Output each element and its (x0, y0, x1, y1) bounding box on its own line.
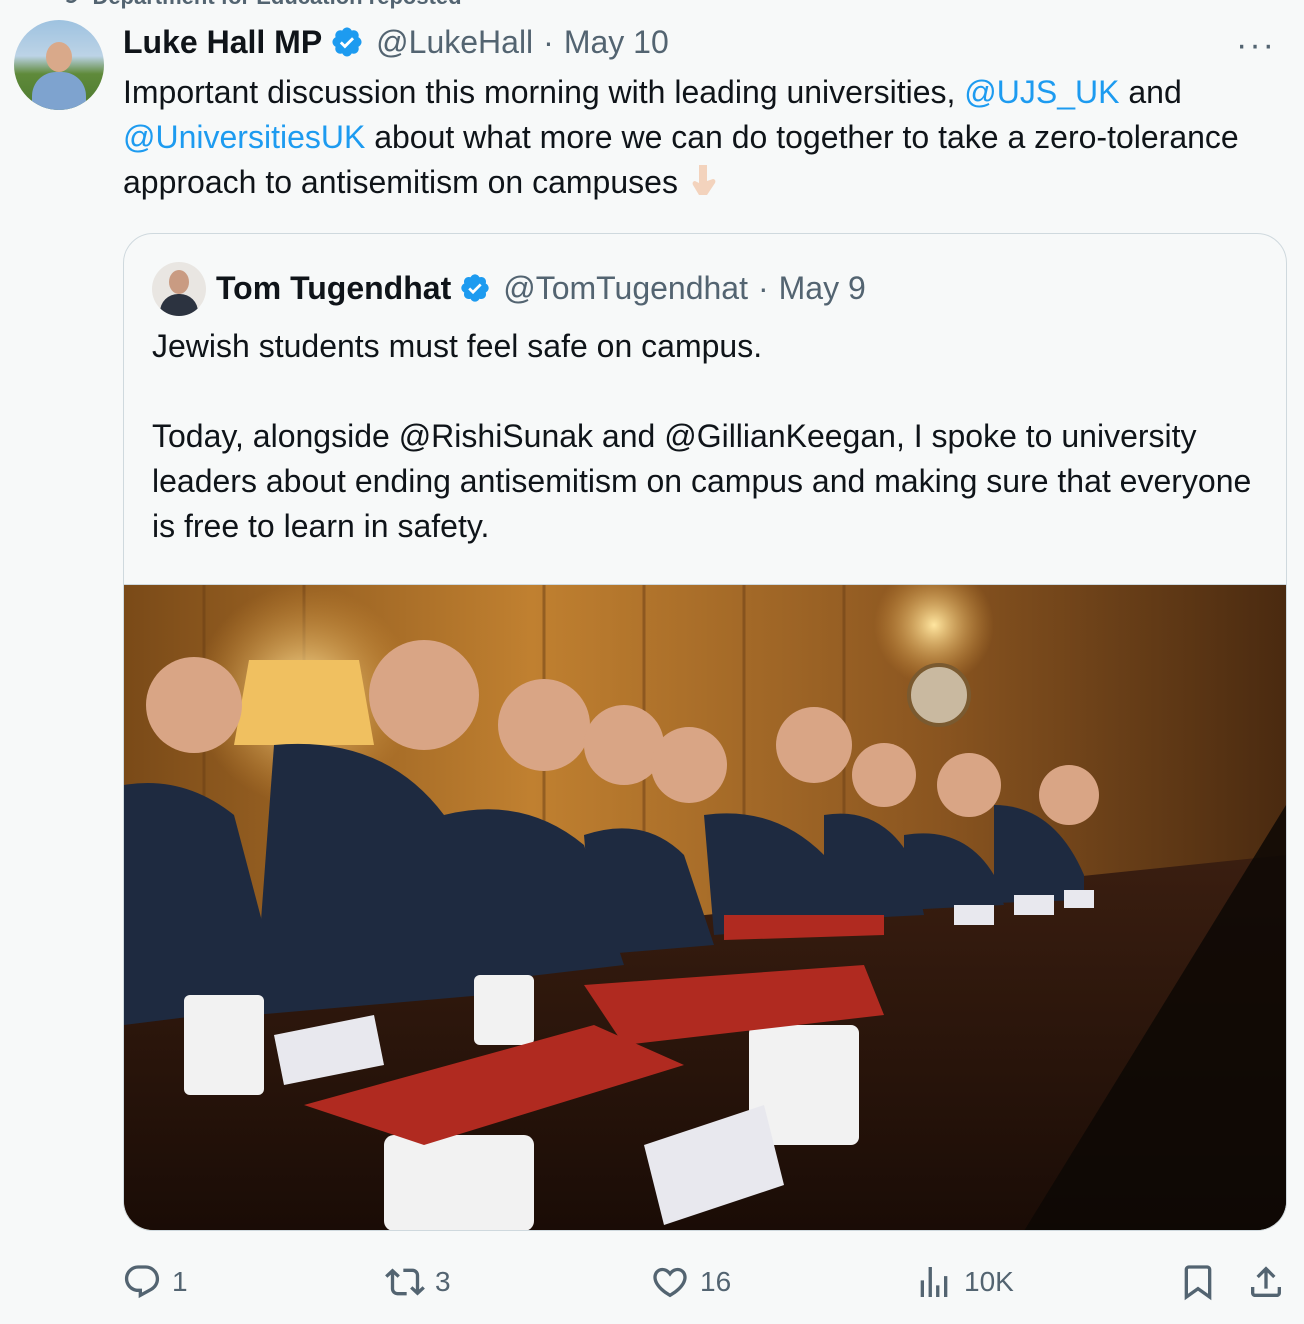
more-options-icon[interactable]: ··· (1236, 26, 1276, 65)
share-icon (1251, 1266, 1281, 1297)
reply-button[interactable]: 1 (122, 1258, 188, 1306)
tweet-header: Luke Hall MP @LukeHall · May 10 (123, 22, 669, 62)
author-avatar[interactable] (14, 20, 104, 110)
reply-icon (124, 1265, 160, 1299)
like-count: 16 (700, 1266, 732, 1297)
repost-label: Department for Education reposted (92, 0, 461, 10)
like-icon (653, 1267, 687, 1298)
reply-count: 1 (172, 1266, 188, 1297)
bookmark-icon (1184, 1265, 1212, 1301)
meeting-photo[interactable] (124, 584, 1286, 1231)
quoted-paragraph: Jewish students must feel safe on campus… (152, 328, 763, 364)
share-button[interactable] (1246, 1258, 1286, 1306)
repost-count: 3 (435, 1266, 451, 1297)
mention-link[interactable]: @UJS_UK (964, 74, 1119, 110)
tweet-text: Important discussion this morning with l… (123, 70, 1273, 205)
like-button[interactable]: 16 (650, 1258, 731, 1306)
mention-link[interactable]: @UniversitiesUK (123, 119, 365, 155)
tweet-text-part: Important discussion this morning with l… (123, 74, 965, 110)
action-bar: 1 3 16 10K (0, 1258, 1304, 1306)
repost-icon (385, 1268, 425, 1296)
quoted-tweet-text: Jewish students must feel safe on campus… (152, 324, 1262, 549)
bookmark-button[interactable] (1178, 1258, 1218, 1306)
tweet-date[interactable]: May 10 (564, 24, 669, 61)
quoted-tweet[interactable]: Tom Tugendhat @TomTugendhat · May 9 Jewi… (123, 233, 1287, 1231)
author-handle[interactable]: @LukeHall (376, 24, 533, 61)
repost-button[interactable]: 3 (385, 1258, 451, 1306)
views-count: 10K (964, 1266, 1014, 1297)
quoted-author-avatar[interactable] (152, 262, 206, 316)
meta-separator: · (757, 269, 769, 306)
views-icon (920, 1267, 948, 1297)
author-name[interactable]: Luke Hall MP (123, 24, 322, 61)
quoted-tweet-header: Tom Tugendhat @TomTugendhat · May 9 (216, 268, 866, 308)
quoted-author-handle[interactable]: @TomTugendhat (503, 270, 748, 307)
quoted-author-name[interactable]: Tom Tugendhat (216, 270, 451, 307)
verified-badge-icon (461, 274, 489, 302)
quoted-tweet-date[interactable]: May 9 (779, 270, 866, 307)
repost-context[interactable]: ⟲ Department for Education reposted (60, 0, 462, 10)
repost-icon: ⟲ (60, 0, 78, 10)
verified-badge-icon (332, 27, 362, 57)
quoted-paragraph: Today, alongside @RishiSunak and @Gillia… (152, 418, 1252, 544)
meta-separator: · (543, 23, 554, 60)
tweet-text-part: and (1119, 74, 1182, 110)
pointing-down-emoji (692, 165, 716, 195)
views-button[interactable]: 10K (914, 1258, 1014, 1306)
